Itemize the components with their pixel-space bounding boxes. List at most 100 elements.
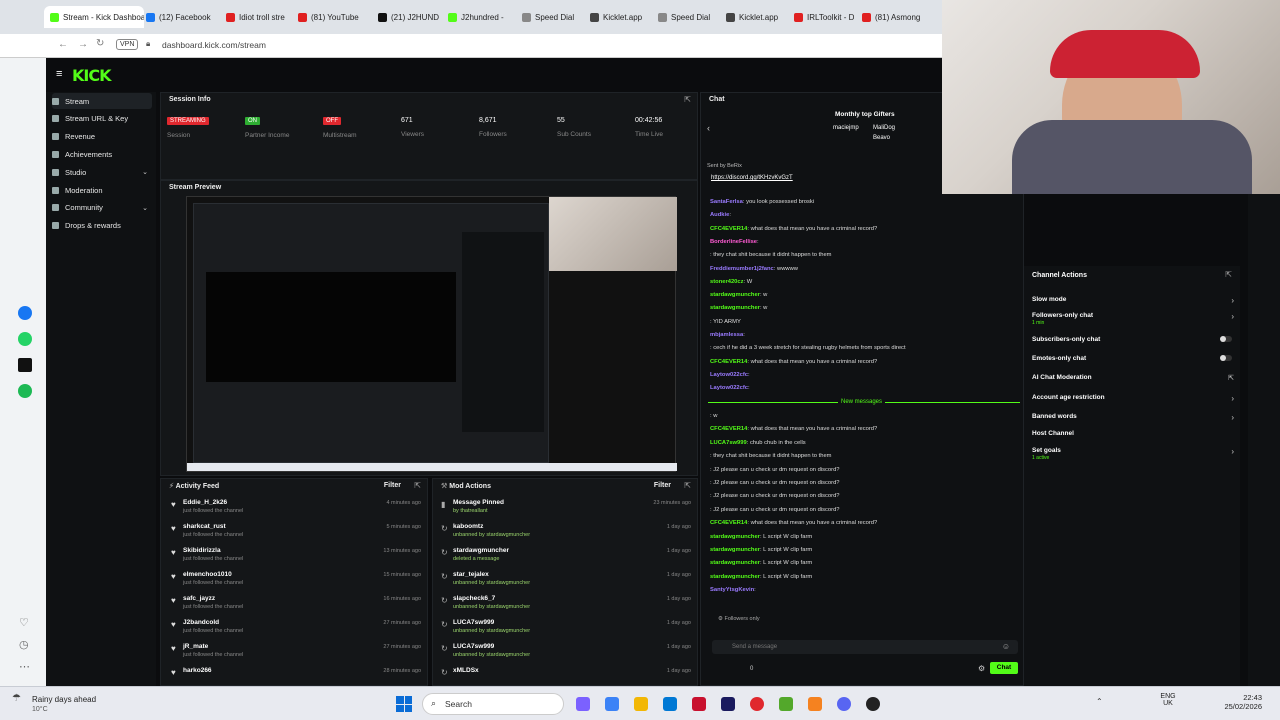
heart-icon[interactable]: ♡ bbox=[19, 616, 29, 629]
menu-icon[interactable]: ≡ bbox=[56, 68, 62, 80]
tray-chevron-icon[interactable]: ⌃ bbox=[1096, 697, 1103, 706]
activity-username[interactable]: jR_mate bbox=[183, 643, 208, 650]
spotify-icon[interactable] bbox=[18, 384, 32, 398]
kick-logo[interactable]: KICK bbox=[72, 66, 111, 85]
activity-row[interactable]: ♥ Eddie_H_2k26 just followed the channel 4 … bbox=[169, 499, 427, 523]
nav-item[interactable]: Drops & rewards bbox=[52, 218, 152, 234]
acrobat-icon[interactable] bbox=[692, 697, 706, 711]
activity-row[interactable]: ♥ J2bandcold just followed the channel 27 m… bbox=[169, 619, 427, 643]
chat-username[interactable]: stardawgmuncher bbox=[710, 574, 760, 580]
mod-action-name[interactable]: Message Pinned bbox=[453, 499, 504, 506]
outlook-icon[interactable] bbox=[663, 697, 677, 711]
input-language[interactable]: ENG UK bbox=[1160, 693, 1176, 707]
activity-username[interactable]: harko266 bbox=[183, 667, 212, 674]
weather-icon[interactable]: ☂︎ bbox=[12, 693, 21, 704]
mod-action-row[interactable]: ↻ star_tejalex unbanned by stardawgmuncher… bbox=[439, 571, 697, 595]
gifter-3[interactable]: Beavo bbox=[873, 135, 890, 141]
browser-tab[interactable]: (81) YouTube bbox=[298, 8, 370, 26]
activity-username[interactable]: sharkcat_rust bbox=[183, 523, 226, 530]
popout-icon[interactable]: ⇱ bbox=[684, 95, 691, 104]
popout-icon[interactable]: ⇱ bbox=[414, 481, 421, 490]
chat-username[interactable]: Freddiemumber1j2fanc bbox=[710, 266, 774, 272]
toggle-switch[interactable] bbox=[1220, 355, 1232, 361]
chat-username[interactable]: mbjamlessa bbox=[710, 332, 743, 338]
mod-action-row[interactable]: ▮ Message Pinned by thatreallant 23 minutes… bbox=[439, 499, 697, 523]
chat-username[interactable]: stoner420cz bbox=[710, 279, 744, 285]
channel-action-subscribers-only-chat[interactable]: Subscribers-only chat bbox=[1024, 336, 1240, 350]
mod-action-row[interactable]: ↻ slapcheck6_7 unbanned by stardawgmuncher… bbox=[439, 595, 697, 619]
edge-icon[interactable] bbox=[605, 697, 619, 711]
mod-action-row[interactable]: ↻ kaboomtz unbanned by stardawgmuncher 1 da… bbox=[439, 523, 697, 547]
mod-action-name[interactable]: LUCA7sw999 bbox=[453, 619, 494, 626]
mod-filter-button[interactable]: Filter bbox=[654, 482, 671, 489]
chat-username[interactable]: stardawgmuncher bbox=[710, 547, 760, 553]
chat-username[interactable]: stardawgmuncher bbox=[710, 305, 760, 311]
activity-row[interactable]: ♥ Skibidirizzla just followed the channel 1… bbox=[169, 547, 427, 571]
mod-action-row[interactable]: ↻ LUCA7sw999 unbanned by stardawgmuncher 1 … bbox=[439, 643, 697, 667]
premiere-icon[interactable] bbox=[721, 697, 735, 711]
channel-action-set-goals[interactable]: Set goals 1 active › bbox=[1024, 447, 1240, 461]
nav-item[interactable]: Stream URL & Key bbox=[52, 111, 152, 127]
mod-action-name[interactable]: kaboomtz bbox=[453, 523, 483, 530]
windows-start-icon[interactable] bbox=[396, 696, 412, 712]
browser-tab[interactable]: Idiot troll stre bbox=[226, 8, 298, 26]
emoji-icon[interactable]: ☺︎ bbox=[1002, 642, 1010, 651]
browser-tab[interactable]: (81) Asmong bbox=[862, 8, 934, 26]
chat-username[interactable]: Laytow022cfc bbox=[710, 385, 748, 391]
activity-filter-button[interactable]: Filter bbox=[384, 482, 401, 489]
history-icon[interactable]: ◷ bbox=[19, 638, 29, 651]
gifter-1[interactable]: maciejmp bbox=[833, 125, 859, 131]
browser-tab[interactable]: (12) Facebook bbox=[146, 8, 218, 26]
chat-username[interactable]: SantyYtsgKevin bbox=[710, 587, 754, 593]
activity-username[interactable]: Eddie_H_2k26 bbox=[183, 499, 227, 506]
nav-item[interactable]: Moderation bbox=[52, 182, 152, 198]
back-chevron-icon[interactable]: ‹ bbox=[707, 123, 710, 133]
channel-action-banned-words[interactable]: Banned words › bbox=[1024, 413, 1240, 427]
mod-action-name[interactable]: slapcheck6_7 bbox=[453, 595, 495, 602]
file-explorer-icon[interactable] bbox=[634, 697, 648, 711]
chat-username[interactable]: Audkie bbox=[710, 212, 729, 218]
browser-tab[interactable]: Stream - Kick Dashboa bbox=[44, 6, 144, 28]
settings-icon[interactable]: ⚙︎ bbox=[978, 664, 985, 673]
chat-username[interactable]: CFC4EVER14 bbox=[710, 426, 747, 432]
browser-tab[interactable]: Kicklet.app bbox=[590, 8, 662, 26]
vpn-badge[interactable]: VPN bbox=[116, 39, 139, 50]
messenger-icon[interactable] bbox=[18, 306, 32, 320]
chat-input[interactable]: Send a message ☺︎ bbox=[712, 640, 1018, 654]
forward-icon[interactable]: → bbox=[78, 39, 88, 50]
browser-tab[interactable]: Speed Dial bbox=[522, 8, 594, 26]
chat-username[interactable]: stardawgmuncher bbox=[710, 534, 760, 540]
mod-action-name[interactable]: stardawgmuncher bbox=[453, 547, 509, 554]
chat-username[interactable]: BorderlineFellise bbox=[710, 239, 757, 245]
popout-icon[interactable]: ⇱ bbox=[684, 481, 691, 490]
browser-tab[interactable]: IRLToolkit - D bbox=[794, 8, 866, 26]
opera-icon[interactable] bbox=[750, 697, 764, 711]
chat-username[interactable]: CFC4EVER14 bbox=[710, 359, 747, 365]
chat-username[interactable]: CFC4EVER14 bbox=[710, 520, 747, 526]
nav-item[interactable]: Revenue bbox=[52, 129, 152, 145]
activity-username[interactable]: J2bandcold bbox=[183, 619, 219, 626]
channel-action-account-age-restriction[interactable]: Account age restriction › bbox=[1024, 394, 1240, 408]
pinned-link[interactable]: https://discord.gg/tKHzvKvGzT bbox=[711, 175, 793, 181]
mod-action-row[interactable]: ↻ stardawgmuncher deleted a message 1 day a… bbox=[439, 547, 697, 571]
app-icon[interactable] bbox=[576, 697, 590, 711]
discord-icon[interactable] bbox=[837, 697, 851, 711]
nav-item[interactable]: Achievements bbox=[52, 146, 152, 162]
channel-action-host-channel[interactable]: Host Channel bbox=[1024, 430, 1240, 444]
activity-row[interactable]: ♥ elmenchoo1010 just followed the channel 1… bbox=[169, 571, 427, 595]
url-text[interactable]: dashboard.kick.com/stream bbox=[162, 40, 266, 50]
reload-icon[interactable]: ↻ bbox=[96, 38, 104, 49]
vlc-icon[interactable] bbox=[808, 697, 822, 711]
activity-username[interactable]: elmenchoo1010 bbox=[183, 571, 232, 578]
app-icon[interactable] bbox=[779, 697, 793, 711]
mod-action-row[interactable]: ↻ LUCA7sw999 unbanned by stardawgmuncher 1 … bbox=[439, 619, 697, 643]
mod-action-name[interactable]: LUCA7sw999 bbox=[453, 643, 494, 650]
activity-row[interactable]: ♥ safc_jayzz just followed the channel 16 m… bbox=[169, 595, 427, 619]
channel-action-followers-only-chat[interactable]: Followers-only chat 1 min › bbox=[1024, 312, 1240, 326]
back-icon[interactable]: ← bbox=[58, 39, 68, 50]
toggle-switch[interactable] bbox=[1220, 336, 1232, 342]
gifter-2[interactable]: MaliDog bbox=[873, 125, 895, 131]
mod-action-name[interactable]: star_tejalex bbox=[453, 571, 489, 578]
browser-tab[interactable]: (21) J2HUND bbox=[378, 8, 450, 26]
browser-tab[interactable]: Speed Dial bbox=[658, 8, 730, 26]
